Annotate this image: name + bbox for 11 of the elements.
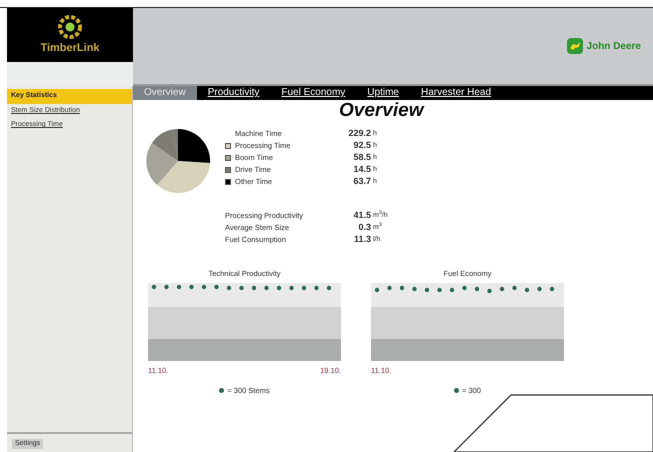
stat-value: 11.3 xyxy=(352,233,371,246)
stat-value: 229.2 xyxy=(347,127,371,140)
stat-value: 14.5 xyxy=(352,163,371,176)
brand-name: John Deere xyxy=(586,40,641,54)
stat-value: 0.3 xyxy=(357,221,371,234)
stat-value: 58.5 xyxy=(352,151,371,164)
app-name: TimberLink xyxy=(40,40,100,56)
page-title: Overview xyxy=(339,100,426,122)
stat-value: 41.5 xyxy=(352,209,371,222)
stat-value: 63.7 xyxy=(352,175,371,188)
stat-value: 92.5 xyxy=(352,139,371,152)
